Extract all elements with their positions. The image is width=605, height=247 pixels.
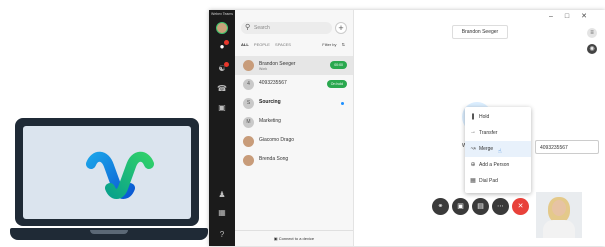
call-main-area: –□✕ Brandon Seeger ≡ ◉ Wo ❚ Hold → Trans…: [354, 10, 605, 246]
avatar: [243, 136, 254, 147]
list-item[interactable]: S Sourcing: [235, 94, 353, 113]
meetings-icon[interactable]: ▣: [217, 103, 227, 113]
contact-name: 4093235567: [259, 80, 287, 86]
unread-dot: [341, 102, 344, 105]
video-button[interactable]: ▣: [452, 198, 469, 215]
tab-people[interactable]: PEOPLE: [254, 42, 270, 47]
menu-label: Merge: [479, 146, 494, 152]
contact-name: Giacomo Drago: [259, 137, 295, 143]
end-call-button[interactable]: ✕: [512, 198, 529, 215]
contacts-icon[interactable]: ♟: [217, 190, 227, 200]
add-person-icon: ⊕: [470, 162, 476, 168]
avatar: M: [243, 117, 254, 128]
connect-label: Connect to a device: [278, 236, 315, 241]
settings-icon[interactable]: ◉: [587, 44, 597, 54]
contact-name: Marketing: [259, 118, 281, 124]
unread-badge: [224, 62, 229, 67]
search-icon: ⚲: [245, 24, 251, 31]
laptop-illustration: [10, 118, 208, 246]
menu-label: Transfer: [479, 130, 498, 136]
tab-all[interactable]: ALL: [241, 42, 249, 47]
connect-device-button[interactable]: ▣ Connect to a device: [235, 230, 353, 247]
on-hold-badge: On hold: [326, 80, 347, 88]
avatar: 4: [243, 79, 254, 90]
avatar: [243, 60, 254, 71]
help-icon[interactable]: ?: [217, 230, 227, 240]
self-view-body: [543, 220, 575, 238]
share-button[interactable]: ▤: [472, 198, 489, 215]
user-avatar[interactable]: [216, 22, 228, 34]
add-button[interactable]: +: [335, 22, 347, 34]
contact-list-pane: ⚲ Search + ALL PEOPLE SPACES Filter by ⇅…: [235, 10, 354, 246]
list-item[interactable]: Giacomo Drago: [235, 132, 353, 151]
contact-name: Sourcing: [259, 99, 281, 105]
list-item[interactable]: Brandon Seeger Work 00:00: [235, 56, 353, 75]
contact-sub: Work: [259, 67, 268, 71]
tab-spaces[interactable]: SPACES: [275, 42, 291, 47]
dialpad-icon: ▦: [470, 178, 476, 184]
menu-item-transfer[interactable]: → Transfer: [465, 125, 531, 141]
call-title: Brandon Seeger: [452, 25, 508, 39]
app-title: Webex Teams: [211, 12, 234, 16]
pointer-cursor-icon: ☝: [498, 149, 502, 155]
avatar: S: [243, 98, 254, 109]
search-input[interactable]: ⚲ Search: [241, 22, 332, 34]
transfer-icon: →: [470, 129, 476, 135]
menu-item-dial-pad[interactable]: ▦ Dial Pad: [465, 173, 531, 189]
list-item[interactable]: M Marketing: [235, 113, 353, 132]
merge-call-option[interactable]: 4093235567: [535, 140, 599, 154]
list-item[interactable]: Brenda Song: [235, 151, 353, 170]
call-options-menu: ❚ Hold → Transfer ↝ Merge ☝ ⊕ Add a Pers…: [465, 107, 531, 193]
menu-label: Hold: [479, 114, 490, 120]
unread-badge: [224, 40, 229, 45]
left-rail: Webex Teams ● ☯ ☎ ▣ ♟ ▦ ?: [209, 10, 235, 246]
more-button[interactable]: ⋯: [492, 198, 509, 215]
list-item[interactable]: 4 4093235567 On hold: [235, 75, 353, 94]
contact-name: Brenda Song: [259, 156, 289, 162]
webex-app-window: Webex Teams ● ☯ ☎ ▣ ♟ ▦ ? ⚲ Search + ALL…: [209, 10, 605, 246]
laptop-screen: [23, 126, 191, 219]
menu-item-add-person[interactable]: ⊕ Add a Person: [465, 157, 531, 173]
self-view-face: [552, 200, 566, 216]
menu-item-merge[interactable]: ↝ Merge ☝: [465, 141, 531, 157]
self-view-video: [536, 192, 582, 238]
call-timer-badge: 00:00: [330, 61, 347, 69]
avatar: [243, 155, 254, 166]
phone-icon[interactable]: ☎: [217, 84, 227, 94]
filter-label: Filter by: [322, 42, 337, 47]
list-tabs: ALL PEOPLE SPACES Filter by ⇅: [241, 42, 349, 49]
menu-label: Add a Person: [479, 162, 510, 168]
apps-icon[interactable]: ▦: [217, 208, 227, 218]
window-controls[interactable]: –□✕: [549, 12, 599, 20]
mute-button[interactable]: ⚭: [432, 198, 449, 215]
search-placeholder: Search: [254, 25, 270, 31]
menu-label: Dial Pad: [479, 178, 498, 184]
merge-icon: ↝: [470, 146, 476, 152]
more-options-icon[interactable]: ≡: [587, 28, 597, 38]
hold-icon: ❚: [470, 114, 476, 120]
filter-by-button[interactable]: Filter by ⇅: [322, 42, 345, 47]
menu-item-hold[interactable]: ❚ Hold: [465, 109, 531, 125]
webex-logo: [86, 151, 154, 199]
teams-icon[interactable]: ☯: [217, 62, 229, 74]
laptop-notch: [90, 230, 128, 234]
chat-icon[interactable]: ●: [217, 40, 229, 52]
